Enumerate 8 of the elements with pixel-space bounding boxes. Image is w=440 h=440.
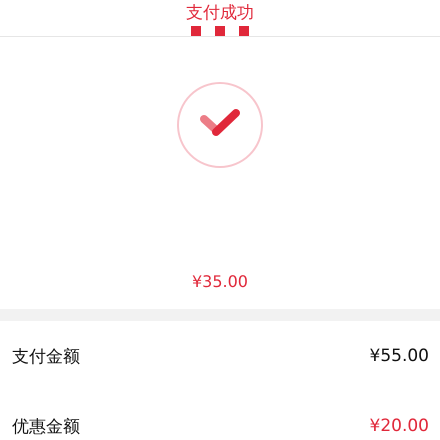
detail-value: ¥55.00 (370, 346, 429, 366)
page-title: 支付成功 (186, 2, 254, 24)
dots-icon (191, 26, 249, 36)
detail-label: 优惠金额 (12, 416, 80, 438)
paid-amount: ¥35.00 (192, 272, 248, 291)
success-check-icon (176, 81, 264, 169)
detail-value: ¥20.00 (370, 416, 429, 436)
detail-label: 支付金额 (12, 346, 80, 368)
